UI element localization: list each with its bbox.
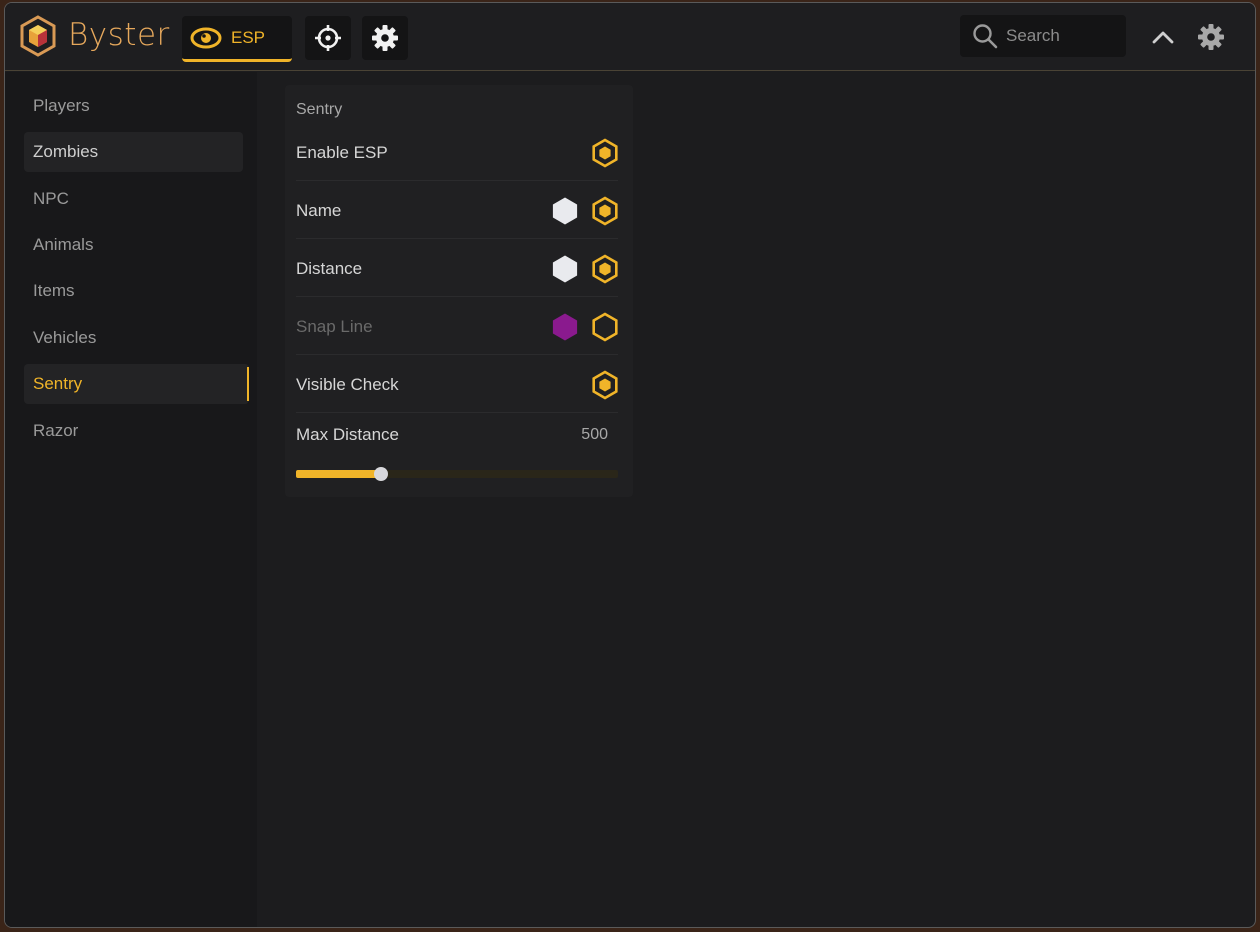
- tab-esp-label: ESP: [231, 27, 266, 47]
- brand-name: Byster: [68, 17, 170, 53]
- tab-misc[interactable]: [362, 16, 408, 60]
- toggle-on-hex-icon[interactable]: [590, 370, 620, 400]
- settings-button[interactable]: [1195, 21, 1227, 53]
- sidebar-item-sentry[interactable]: Sentry: [24, 364, 249, 404]
- color-swatch-hex-icon[interactable]: [550, 254, 580, 284]
- row-max-distance: Max Distance 500: [296, 425, 618, 449]
- row-label: Snap Line: [296, 316, 373, 336]
- header-bar: Byster ESP: [5, 3, 1255, 71]
- sidebar-item-animals[interactable]: Animals: [24, 225, 243, 265]
- sidebar-item-npc[interactable]: NPC: [24, 179, 243, 219]
- eye-icon: [190, 27, 222, 48]
- toggle-on-hex-icon[interactable]: [590, 196, 620, 226]
- sidebar-item-label: Sentry: [33, 374, 83, 393]
- sidebar-item-items[interactable]: Items: [24, 271, 243, 311]
- max-distance-label: Max Distance: [296, 425, 399, 444]
- panel-title: Sentry: [296, 101, 343, 118]
- sidebar-item-players[interactable]: Players: [24, 86, 243, 126]
- search-icon: [973, 24, 998, 49]
- row-label: Enable ESP: [296, 142, 388, 162]
- max-distance-slider[interactable]: [296, 467, 618, 481]
- logo-icon: [20, 15, 56, 57]
- sidebar-item-razor[interactable]: Razor: [24, 411, 243, 451]
- gear-icon: [1198, 24, 1224, 50]
- max-distance-value: 500: [581, 426, 608, 443]
- tab-aim[interactable]: [305, 16, 351, 60]
- sidebar-item-label: Vehicles: [33, 328, 97, 347]
- sidebar-item-zombies[interactable]: Zombies: [24, 132, 243, 172]
- slider-handle[interactable]: [374, 467, 389, 481]
- sidebar-item-label: Items: [33, 281, 75, 300]
- row-snap-line: Snap Line: [296, 299, 618, 355]
- row-visible-check: Visible Check: [296, 357, 618, 413]
- sidebar-item-label: Razor: [33, 421, 79, 440]
- color-swatch-hex-icon[interactable]: [550, 196, 580, 226]
- settings-panel: Sentry Enable ESP Name Distance Snap Lin…: [285, 85, 633, 497]
- search-box[interactable]: [960, 15, 1126, 57]
- toggle-on-hex-icon[interactable]: [590, 254, 620, 284]
- app-window: Byster ESP Search Players Zombies NPC An…: [4, 2, 1256, 928]
- row-label: Name: [296, 200, 342, 220]
- collapse-button[interactable]: [1147, 21, 1179, 53]
- sidebar-item-label: NPC: [33, 189, 69, 208]
- sidebar-item-label: Zombies: [33, 142, 99, 161]
- row-label: Distance: [296, 258, 363, 278]
- sidebar-item-vehicles[interactable]: Vehicles: [24, 318, 243, 358]
- chevron-up-icon: [1152, 31, 1174, 44]
- row-enable-esp: Enable ESP: [296, 125, 618, 181]
- sidebar-item-label: Players: [33, 96, 90, 115]
- search-input[interactable]: [1006, 26, 1116, 46]
- sidebar-item-label: Animals: [33, 235, 94, 254]
- gear-icon: [372, 25, 398, 51]
- tab-esp[interactable]: ESP: [182, 16, 292, 62]
- row-label: Visible Check: [296, 374, 399, 394]
- row-distance: Distance: [296, 241, 618, 297]
- slider-fill: [296, 470, 382, 478]
- row-name: Name: [296, 183, 618, 239]
- color-swatch-hex-icon[interactable]: [550, 312, 580, 342]
- sidebar: Players Zombies NPC Animals Items Vehicl…: [5, 72, 257, 927]
- toggle-on-hex-icon[interactable]: [590, 138, 620, 168]
- crosshair-icon: [315, 25, 341, 51]
- toggle-off-hex-icon[interactable]: [590, 312, 620, 342]
